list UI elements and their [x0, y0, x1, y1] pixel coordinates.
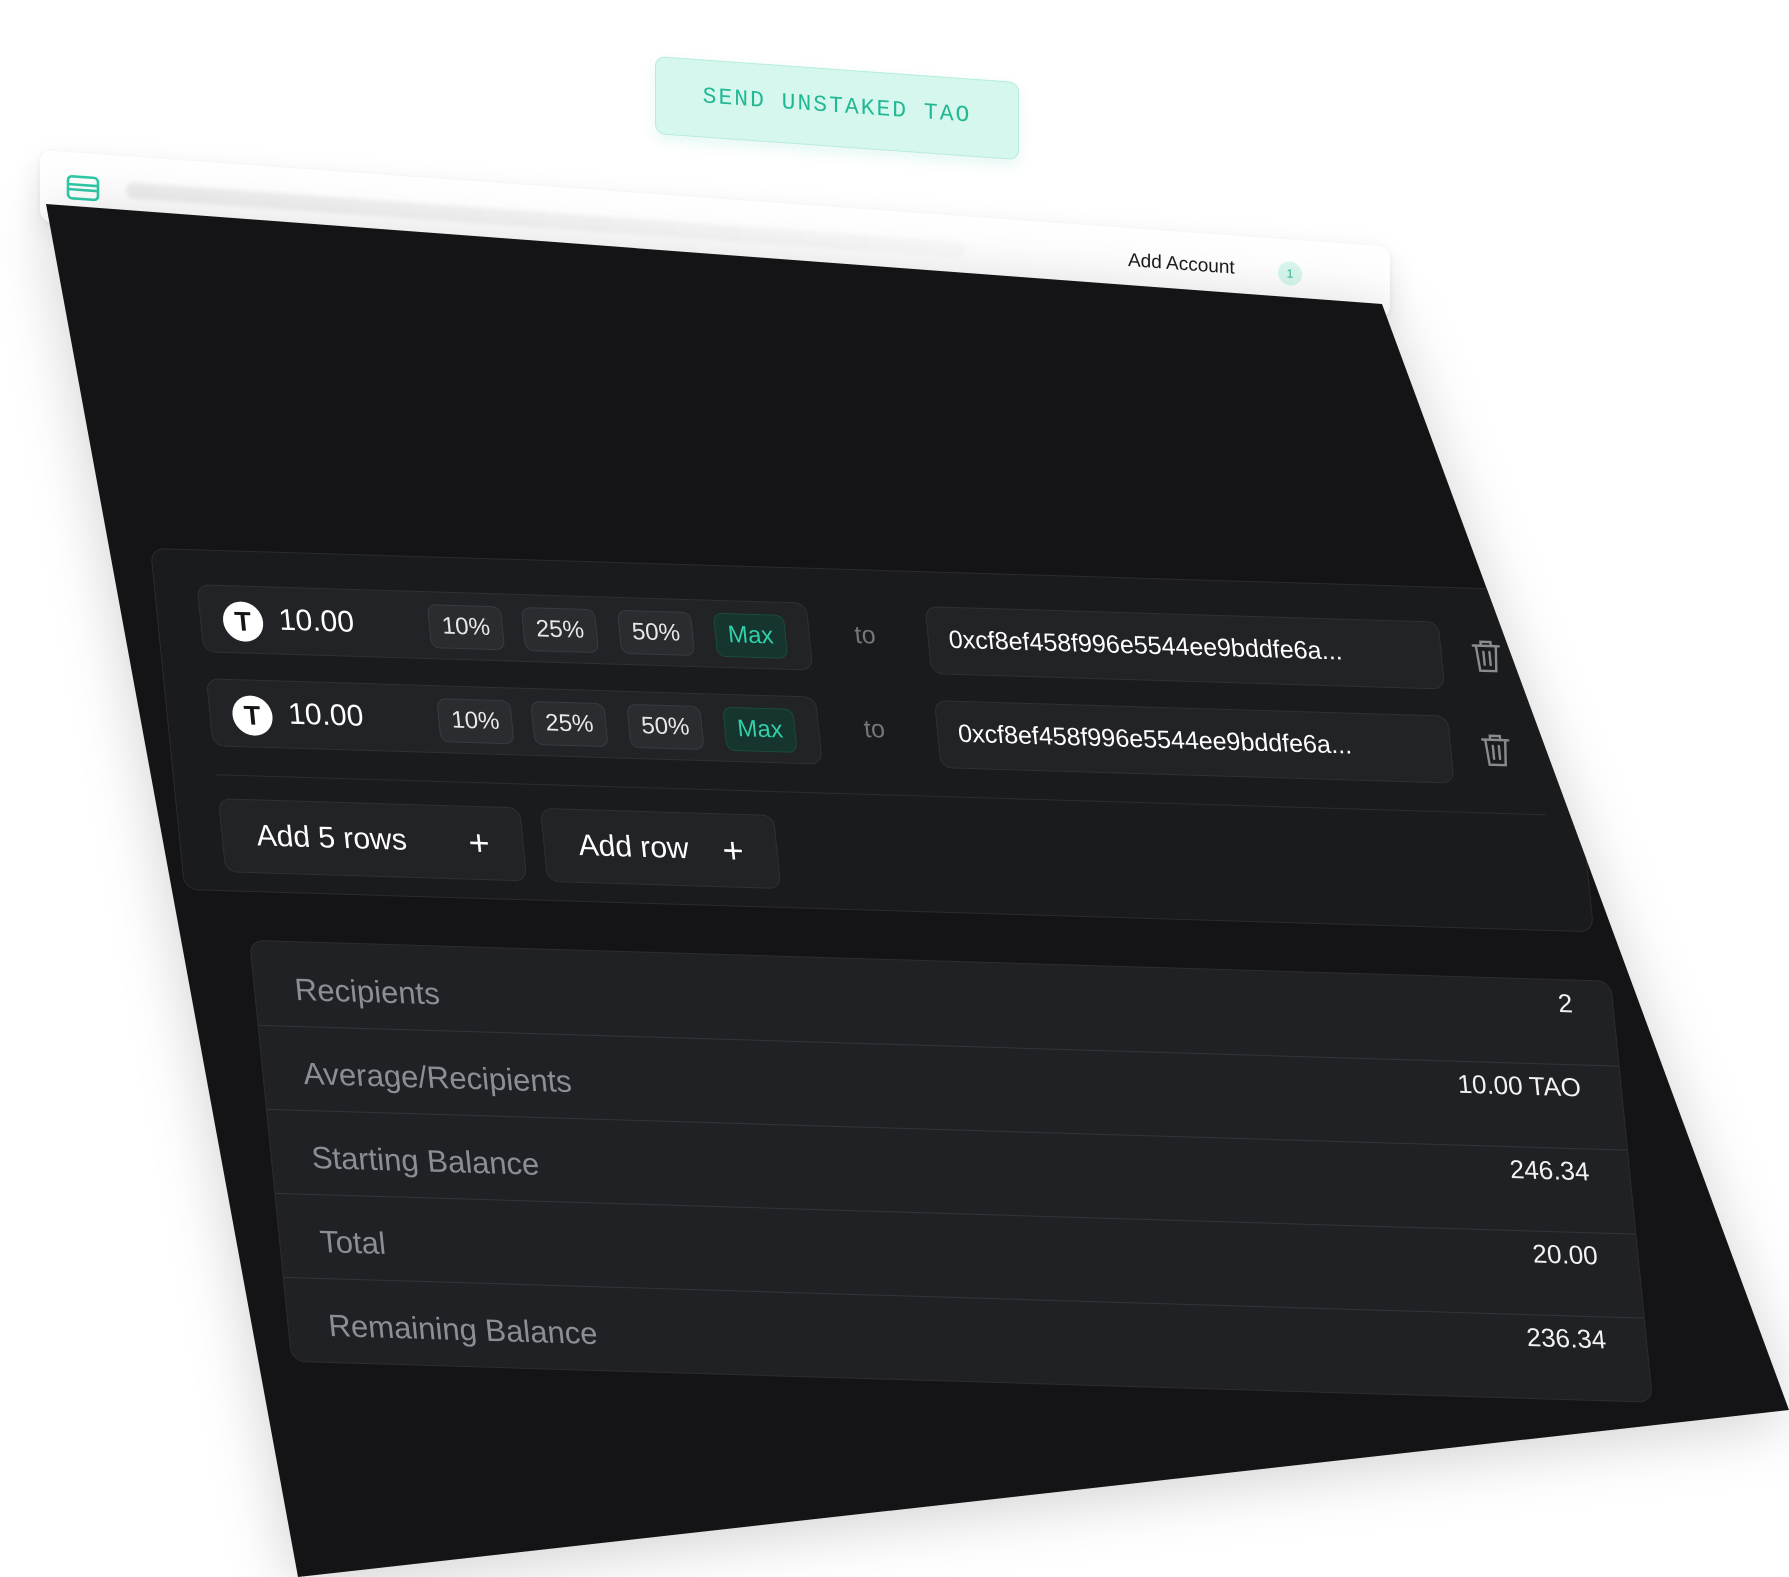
percent-25-button[interactable]: 25%: [530, 700, 609, 748]
to-label: to: [862, 714, 887, 744]
summary-value: 246.34: [1508, 1154, 1591, 1187]
amount-value[interactable]: 10.00: [287, 698, 365, 734]
trash-icon[interactable]: [1468, 636, 1506, 675]
amount-field[interactable]: T 10.00 10% 25% 50% Max: [205, 678, 823, 765]
percent-10-button[interactable]: 10%: [436, 698, 515, 745]
summary-label: Average/Recipients: [301, 1056, 574, 1100]
summary-label: Total: [318, 1224, 388, 1261]
max-button[interactable]: Max: [712, 612, 789, 659]
trash-icon[interactable]: [1477, 730, 1515, 769]
add-row-button[interactable]: Add row +: [539, 807, 782, 889]
transfer-rows-panel: T 10.00 10% 25% 50% Max to 0xcf8ef458f99…: [150, 548, 1595, 933]
recipient-address-field[interactable]: 0xcf8ef458f996e5544ee9bddfe6a...: [933, 700, 1455, 784]
plus-icon: +: [720, 829, 746, 871]
add-row-label: Add row: [576, 829, 691, 866]
transfer-row: T 10.00 10% 25% 50% Max to 0xcf8ef458f99…: [205, 678, 1543, 784]
recipient-address: 0xcf8ef458f996e5544ee9bddfe6a...: [956, 719, 1354, 760]
summary-label: Recipients: [293, 972, 442, 1012]
to-label: to: [853, 620, 877, 650]
max-button[interactable]: Max: [722, 706, 798, 753]
add-five-rows-button[interactable]: Add 5 rows +: [217, 798, 528, 882]
percent-10-button[interactable]: 10%: [426, 604, 506, 651]
recipient-address-field[interactable]: 0xcf8ef458f996e5544ee9bddfe6a...: [924, 606, 1446, 690]
percent-25-button[interactable]: 25%: [520, 606, 600, 654]
summary-value: 2: [1556, 987, 1574, 1019]
tao-icon: T: [221, 600, 266, 643]
recipient-address: 0xcf8ef458f996e5544ee9bddfe6a...: [947, 625, 1344, 666]
summary-value: 236.34: [1524, 1322, 1608, 1355]
summary-label: Remaining Balance: [326, 1308, 600, 1352]
tao-icon: T: [230, 694, 275, 737]
summary-value: 20.00: [1531, 1238, 1600, 1271]
app-stage: Add Account 1 SEND UNSTAKED TAO T 10.00 …: [0, 0, 1789, 1577]
main-card: T 10.00 10% 25% 50% Max to 0xcf8ef458f99…: [46, 204, 1789, 1577]
summary-value: 10.00 TAO: [1455, 1068, 1583, 1103]
content-plane: T 10.00 10% 25% 50% Max to 0xcf8ef458f99…: [150, 548, 1654, 1411]
amount-value[interactable]: 10.00: [277, 604, 355, 640]
summary-label: Starting Balance: [309, 1140, 541, 1182]
amount-field[interactable]: T 10.00 10% 25% 50% Max: [196, 584, 814, 671]
percent-50-button[interactable]: 50%: [626, 703, 705, 751]
main-card-shadow: T 10.00 10% 25% 50% Max to 0xcf8ef458f99…: [0, 0, 1789, 1577]
summary-panel: Recipients 2 Average/Recipients 10.00 TA…: [249, 939, 1654, 1403]
percent-50-button[interactable]: 50%: [616, 609, 696, 657]
transfer-row: T 10.00 10% 25% 50% Max to 0xcf8ef458f99…: [196, 584, 1534, 690]
add-five-rows-label: Add 5 rows: [254, 819, 409, 857]
plus-icon: +: [466, 821, 492, 864]
